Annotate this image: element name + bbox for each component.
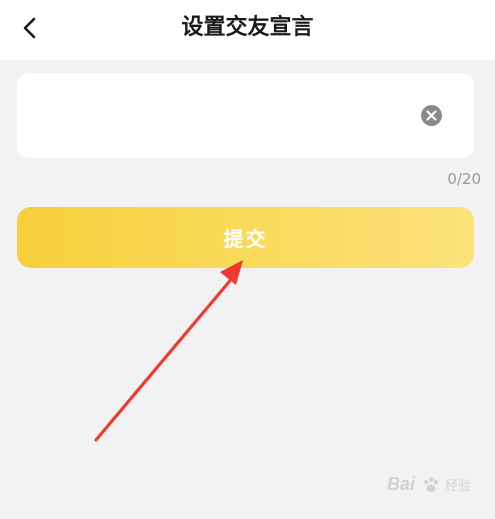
watermark-sub: 经验: [444, 479, 471, 494]
submit-button[interactable]: 提交: [17, 207, 474, 268]
header: 设置交友宣言: [0, 0, 495, 60]
paw-icon: [423, 476, 439, 492]
motto-input[interactable]: [33, 73, 413, 158]
watermark: Bai 经验: [387, 474, 471, 495]
clear-circle-icon: [426, 110, 437, 121]
clear-button[interactable]: [421, 105, 442, 126]
page-title: 设置交友宣言: [181, 15, 314, 40]
motto-input-card: [17, 73, 474, 158]
submit-label: 提交: [223, 227, 268, 251]
char-counter: 0/20: [447, 170, 481, 188]
watermark-brand: Bai: [386, 474, 415, 494]
